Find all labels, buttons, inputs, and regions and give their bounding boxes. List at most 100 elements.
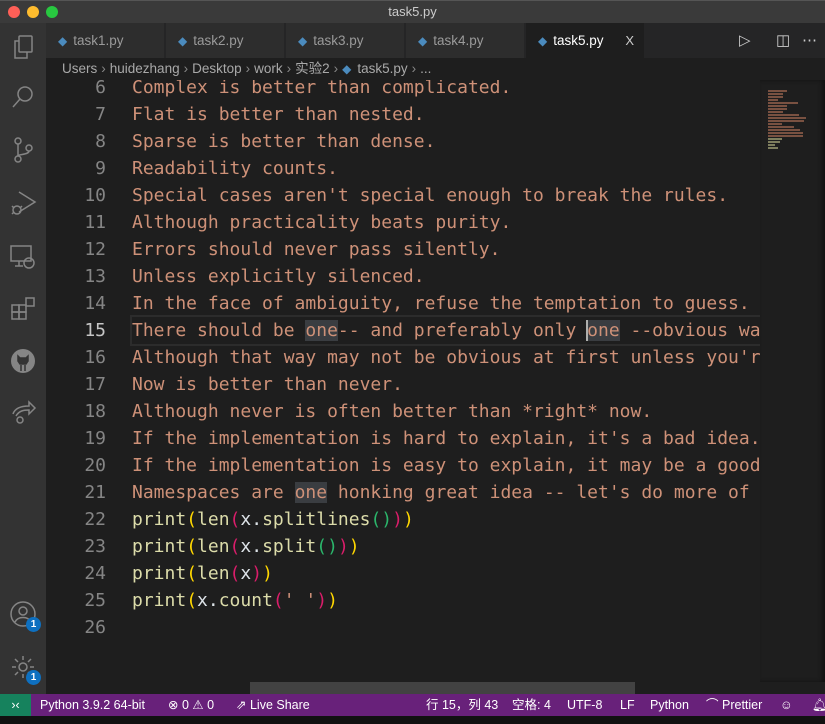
run-file-icon[interactable]: ▷ — [739, 23, 751, 58]
minimap[interactable] — [760, 80, 825, 682]
line-number: 24 — [84, 563, 106, 584]
code-line[interactable]: 19 If the implementation is hard to expla… — [46, 425, 760, 452]
minimize-window-button[interactable] — [27, 6, 39, 18]
tab-task4-py[interactable]: ◆ task4.py — [406, 23, 525, 58]
minimap-line — [768, 90, 788, 92]
code-line[interactable]: 26 — [46, 614, 760, 641]
code-token: x — [240, 563, 252, 584]
language-mode-button[interactable]: Python — [650, 694, 689, 716]
run-debug-icon[interactable] — [9, 189, 37, 217]
code-line[interactable]: 24 print(len(x)) — [46, 560, 760, 587]
code-line[interactable]: 10 Special cases aren't special enough to… — [46, 182, 760, 209]
minimap-line — [768, 135, 804, 137]
line-content: print(x.count(' ')) — [132, 587, 760, 614]
code-editor[interactable]: 6 Complex is better than complicated. 7 Fla… — [46, 80, 760, 682]
title-bar: task5.py — [0, 0, 825, 23]
explorer-icon[interactable] — [9, 33, 37, 61]
code-line[interactable]: 16 Although that way may not be obvious a… — [46, 344, 760, 371]
code-token: ) — [337, 536, 349, 557]
code-line[interactable]: 22 print(len(x.splitlines())) — [46, 506, 760, 533]
problems-button[interactable]: ⊗ 0 ⚠ 0 — [168, 694, 214, 716]
prettier-button[interactable]: ⌒ Prettier — [706, 694, 762, 716]
code-line[interactable]: 6 Complex is better than complicated. — [46, 80, 760, 101]
minimap-line — [768, 114, 800, 116]
code-line[interactable]: 7 Flat is better than nested. — [46, 101, 760, 128]
feedback-icon[interactable]: ☺ — [780, 694, 793, 716]
code-line[interactable]: 23 print(len(x.split())) — [46, 533, 760, 560]
live-share-icon[interactable] — [9, 398, 37, 426]
remote-indicator-button[interactable]: ›‹ — [0, 694, 31, 716]
indentation-button[interactable]: 空格: 4 — [512, 694, 551, 716]
code-token: Readability counts. — [132, 158, 338, 179]
breadcrumb-item[interactable]: 实验2 — [295, 61, 330, 76]
code-token: --obvious way to do it. — [630, 320, 761, 341]
code-line[interactable]: 18 Although never is often better than *r… — [46, 398, 760, 425]
code-token: splitlines — [262, 509, 371, 530]
code-token: ( — [186, 590, 198, 611]
code-line[interactable]: 21 Namespaces are one honking great idea … — [46, 479, 760, 506]
code-line[interactable]: 12 Errors should never pass silently. — [46, 236, 760, 263]
code-token: ' ' — [283, 590, 317, 611]
code-token: -- and preferably only — [337, 320, 588, 341]
code-token: ( — [186, 536, 198, 557]
split-editor-icon[interactable]: ◫ — [776, 23, 790, 58]
line-number: 7 — [95, 104, 106, 125]
word-highlight: one — [305, 320, 338, 341]
breadcrumb-item[interactable]: Desktop — [192, 61, 242, 76]
remote-explorer-icon[interactable] — [9, 243, 37, 271]
extensions-icon[interactable] — [9, 295, 37, 323]
breadcrumb-item[interactable]: huidezhang — [110, 61, 180, 76]
close-tab-icon[interactable]: X — [625, 23, 634, 58]
horizontal-scrollbar[interactable] — [250, 682, 635, 694]
more-actions-icon[interactable]: ⋯ — [802, 23, 817, 58]
eol-button[interactable]: LF — [620, 694, 635, 716]
code-token: Errors should never pass silently. — [132, 239, 501, 260]
code-token: Now is better than never. — [132, 374, 403, 395]
breadcrumb-item[interactable]: task5.py — [357, 61, 407, 76]
github-icon[interactable] — [9, 347, 37, 375]
breadcrumb-item[interactable]: ... — [420, 61, 431, 76]
code-token: ) — [262, 563, 273, 584]
status-bar: ›‹ Python 3.9.2 64-bit ⊗ 0 ⚠ 0 ⇗ Live Sh… — [0, 694, 825, 716]
tab-label: task5.py — [553, 33, 604, 48]
encoding-button[interactable]: UTF-8 — [567, 694, 602, 716]
minimap-line — [768, 117, 806, 119]
python-interpreter-button[interactable]: Python 3.9.2 64-bit — [40, 694, 145, 716]
tab-task5-py[interactable]: ◆ task5.py X — [526, 23, 645, 58]
code-line[interactable]: 13 Unless explicitly silenced. — [46, 263, 760, 290]
python-file-icon: ◆ — [418, 34, 428, 48]
line-content: There should be one-- and preferably onl… — [130, 315, 761, 346]
breadcrumb-item[interactable]: Users — [62, 61, 97, 76]
tab-task1-py[interactable]: ◆ task1.py — [46, 23, 165, 58]
error-count: 0 — [181, 698, 189, 712]
settings-gear-icon[interactable]: 1 — [9, 653, 41, 685]
notifications-bell-icon[interactable]: 🔔︎ — [812, 694, 825, 716]
activity-bar: 1 1 — [0, 23, 46, 694]
breadcrumb: Users › huidezhang › Desktop › work › 实验2 › ◆ task5… — [46, 58, 825, 80]
line-number: 10 — [84, 185, 106, 206]
code-line[interactable]: 9 Readability counts. — [46, 155, 760, 182]
live-share-button[interactable]: ⇗ Live Share — [236, 694, 310, 716]
code-line[interactable]: 20 If the implementation is easy to expla… — [46, 452, 760, 479]
breadcrumb-item[interactable]: work — [254, 61, 283, 76]
search-icon[interactable] — [9, 83, 37, 111]
code-line[interactable]: 15 There should be one-- and preferably o… — [46, 315, 761, 346]
minimap-line — [768, 147, 779, 149]
maximize-window-button[interactable] — [46, 6, 58, 18]
code-line[interactable]: 8 Sparse is better than dense. — [46, 128, 760, 155]
code-line[interactable]: 25 print(x.count(' ')) — [46, 587, 760, 614]
close-window-button[interactable] — [8, 6, 20, 18]
source-control-icon[interactable] — [9, 136, 37, 164]
accounts-icon[interactable]: 1 — [9, 600, 41, 632]
code-token: ( — [186, 509, 198, 530]
warning-count: 0 — [207, 698, 215, 712]
code-line[interactable]: 14 In the face of ambiguity, refuse the t… — [46, 290, 760, 317]
line-number: 19 — [84, 428, 106, 449]
tab-task3-py[interactable]: ◆ task3.py — [286, 23, 405, 58]
code-line[interactable]: 17 Now is better than never. — [46, 371, 760, 398]
code-token: Sparse is better than dense. — [132, 131, 436, 152]
tab-task2-py[interactable]: ◆ task2.py — [166, 23, 285, 58]
cursor-position-button[interactable]: 行 15，列 43 — [426, 694, 498, 716]
code-token: ) — [327, 536, 338, 557]
code-line[interactable]: 11 Although practicality beats purity. — [46, 209, 760, 236]
